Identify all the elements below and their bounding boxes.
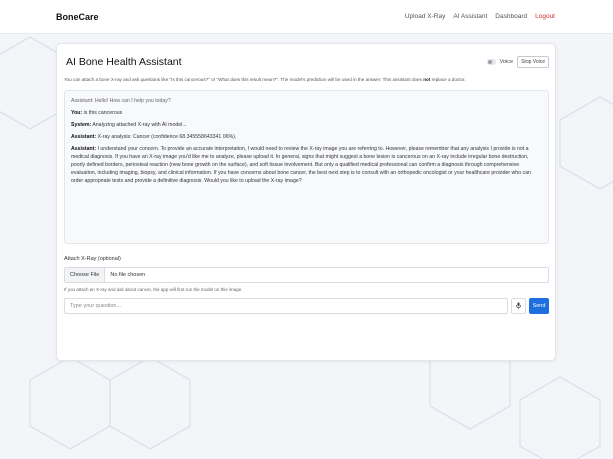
page-title: AI Bone Health Assistant (66, 56, 182, 68)
chat-greeting: Assistant: Hello! How can I help you tod… (71, 97, 171, 104)
chat-message: You: is this cancerous (71, 109, 542, 117)
mic-button[interactable] (511, 297, 526, 314)
chat-message: Assistant: X-ray analysis: Cancer (confi… (71, 133, 542, 141)
chat-window[interactable]: Assistant: Hello! How can I help you tod… (64, 89, 549, 244)
message-text: X-ray analysis: Cancer (confidence 68.34… (96, 134, 237, 141)
message-sender: Assistant: (71, 146, 97, 153)
file-input[interactable]: Choose File No file chosen (64, 266, 549, 283)
file-status: No file chosen (110, 271, 146, 278)
info-text-pre: You can attach a bone X-ray and ask ques… (64, 77, 424, 82)
nav-logout[interactable]: Logout (535, 13, 555, 20)
attach-xray-label: Attach X-Ray (optional) (64, 255, 121, 262)
choose-file-button[interactable]: Choose File (65, 267, 106, 282)
info-text-post: replace a doctor. (430, 77, 466, 82)
top-navbar: BoneCare Upload X-Ray AI Assistant Dashb… (0, 0, 613, 34)
voice-toggle[interactable] (486, 59, 496, 65)
send-button[interactable]: Send (529, 297, 549, 314)
nav-upload-xray[interactable]: Upload X-Ray (405, 13, 445, 20)
stop-voice-button[interactable]: Stop Voice (517, 56, 549, 68)
attach-hint: If you attach an X-ray and ask about can… (64, 286, 243, 292)
chat-message: System: Analyzing attached X-ray with AI… (71, 121, 542, 129)
info-text: You can attach a bone X-ray and ask ques… (64, 77, 549, 83)
question-input[interactable] (64, 297, 508, 314)
nav-ai-assistant[interactable]: AI Assistant (453, 13, 487, 20)
message-text: is this cancerous (82, 110, 123, 117)
voice-controls: Voice Stop Voice (486, 56, 549, 68)
voice-label: Voice (499, 59, 514, 65)
message-text: Analyzing attached X-ray with AI model..… (91, 122, 187, 129)
message-sender: Assistant: (71, 134, 97, 141)
brand-logo[interactable]: BoneCare (56, 12, 99, 22)
message-sender: System: (71, 122, 92, 129)
question-row: Send (64, 297, 549, 314)
chat-message: Assistant: I understand your concern. To… (71, 145, 542, 185)
nav-links: Upload X-Ray AI Assistant Dashboard Logo… (405, 13, 555, 20)
microphone-icon (516, 302, 521, 310)
message-text: I understand your concern. To provide an… (71, 146, 531, 185)
message-sender: You: (71, 110, 83, 117)
assistant-card: AI Bone Health Assistant Voice Stop Voic… (56, 43, 556, 361)
card-header: AI Bone Health Assistant Voice Stop Voic… (64, 53, 549, 71)
nav-dashboard[interactable]: Dashboard (495, 13, 527, 20)
